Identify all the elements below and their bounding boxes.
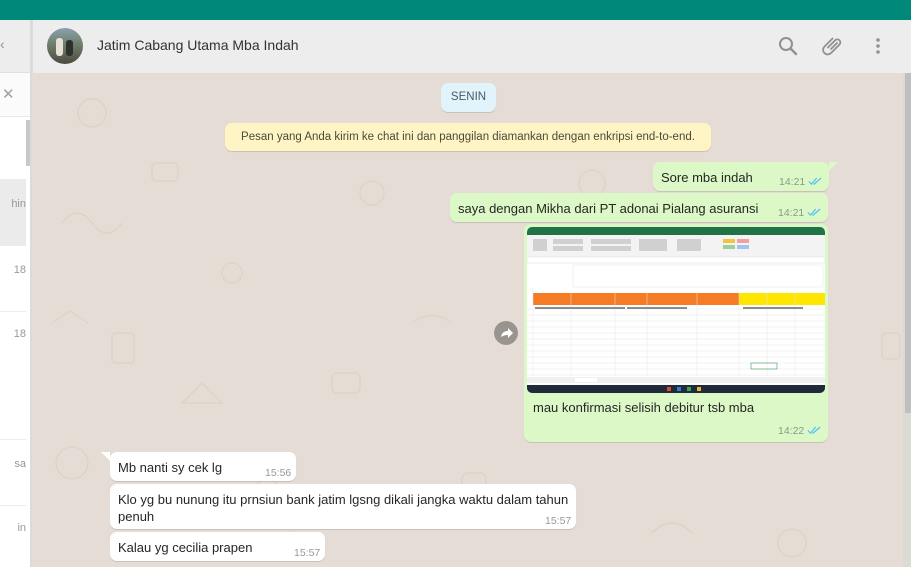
encryption-notice[interactable]: Pesan yang Anda kirim ke chat ini dan pa… [225, 123, 711, 151]
avatar[interactable] [47, 28, 83, 64]
message-time: 14:21 [778, 207, 805, 219]
chat-list-item-time: 18 [13, 328, 26, 340]
image-caption: mau konfirmasi selisih debitur tsb mba [533, 400, 755, 415]
chat-list-item-time: 18 [13, 264, 26, 276]
message-time: 14:21 [779, 176, 806, 188]
message-bubble-incoming[interactable]: Kalau yg cecilia prapen 15:57 [110, 532, 325, 561]
image-attachment[interactable] [527, 227, 825, 393]
chevron-icon[interactable]: ‹ [0, 36, 5, 52]
chat-list-item[interactable]: in [0, 506, 26, 567]
message-bubble-outgoing-image[interactable]: mau konfirmasi selisih debitur tsb mba 1… [524, 224, 828, 442]
message-text: Klo yg bu nunung itu prnsiun bank jatim … [118, 492, 569, 524]
message-text: Sore mba indah [661, 170, 753, 185]
message-time: 14:22 [778, 425, 805, 437]
read-ticks-icon [807, 208, 821, 217]
read-ticks-icon [807, 426, 821, 435]
date-divider: SENIN [441, 83, 496, 112]
message-text: Mb nanti sy cek lg [118, 460, 223, 475]
app-top-bar [0, 0, 911, 20]
chat-panel: SENIN Pesan yang Anda kirim ke chat ini … [32, 73, 903, 567]
chat-list-item[interactable]: hin [0, 180, 26, 246]
chat-list-item[interactable]: sa [0, 440, 26, 506]
message-text: saya dengan Mikha dari PT adonai Pialang… [458, 201, 759, 216]
bubble-tail [829, 162, 838, 171]
sidebar-search[interactable]: ✕ [0, 73, 30, 117]
message-bubble-outgoing[interactable]: saya dengan Mikha dari PT adonai Pialang… [450, 193, 828, 222]
chat-list-item-time: hin [11, 198, 26, 210]
chat-list-item[interactable]: 18 [0, 312, 26, 440]
chat-header: Jatim Cabang Utama Mba Indah [32, 20, 911, 73]
message-time: 15:57 [545, 515, 572, 527]
attach-icon[interactable] [821, 34, 845, 58]
close-icon[interactable]: ✕ [2, 85, 15, 103]
message-time: 15:56 [265, 467, 292, 479]
bubble-tail [101, 452, 110, 461]
chat-list-sidebar: ‹ ✕ hin 18 18 sa in [0, 20, 31, 567]
read-ticks-icon [808, 177, 822, 186]
forward-icon[interactable] [494, 321, 518, 345]
chat-scrollbar[interactable] [905, 73, 911, 413]
chat-title[interactable]: Jatim Cabang Utama Mba Indah [97, 37, 299, 53]
message-time: 15:57 [294, 547, 321, 559]
message-text: Kalau yg cecilia prapen [118, 540, 253, 555]
message-bubble-incoming[interactable]: Mb nanti sy cek lg 15:56 [110, 452, 296, 481]
sidebar-scrollbar[interactable] [26, 120, 30, 166]
chat-list-item-time: sa [14, 458, 26, 470]
chat-list-item-time: in [17, 522, 26, 534]
chat-list-item[interactable]: 18 [0, 246, 26, 312]
message-bubble-incoming[interactable]: Klo yg bu nunung itu prnsiun bank jatim … [110, 484, 576, 529]
message-bubble-outgoing[interactable]: Sore mba indah 14:21 [653, 162, 829, 191]
chat-list-item[interactable] [0, 117, 26, 180]
search-icon[interactable] [776, 34, 800, 58]
sidebar-header: ‹ [0, 20, 30, 73]
menu-icon[interactable] [866, 34, 890, 58]
